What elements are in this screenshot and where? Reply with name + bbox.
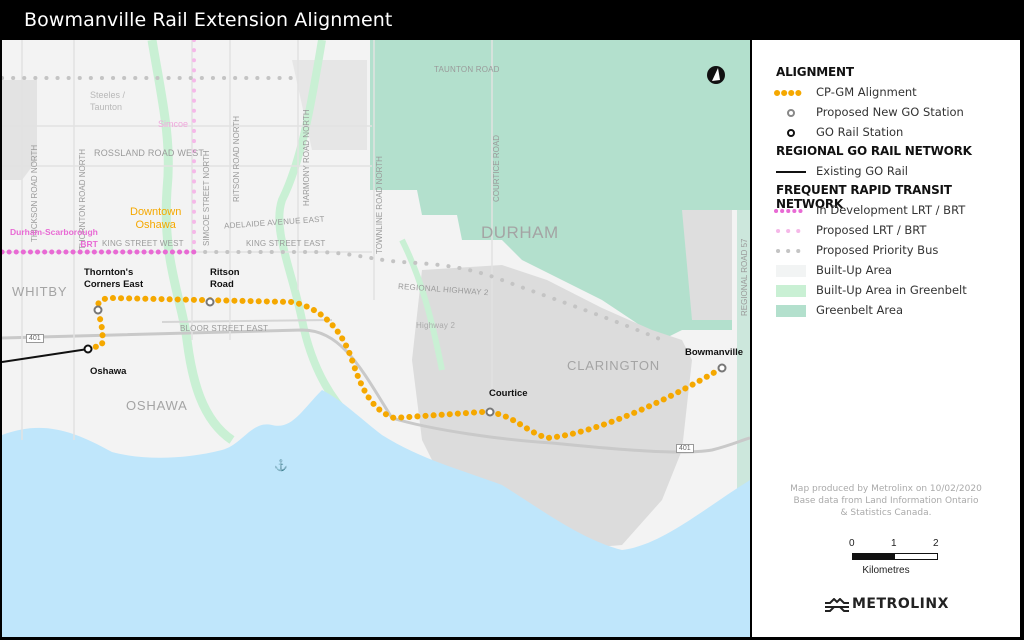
- label-steeles-taunton: Steeles / Taunton: [90, 90, 126, 112]
- legend-heading-regional-go: REGIONAL GO RAIL NETWORK: [776, 144, 972, 158]
- greenbelt-swatch-icon: [776, 305, 806, 317]
- map-credit: Map produced by Metrolinx on 10/02/2020 …: [790, 484, 982, 518]
- scale-tick-0: 0: [849, 538, 855, 549]
- station-courtice-marker: [485, 407, 495, 417]
- legend-item-cp-gm-alignment: CP-GM Alignment: [752, 84, 1020, 102]
- label-highway-2: Highway 2: [416, 321, 456, 330]
- label-simcoe-stop: Simcoe: [158, 119, 189, 129]
- magenta-dots-icon: [774, 209, 808, 213]
- black-ring-icon: [787, 129, 795, 137]
- scale-tick-1: 1: [891, 538, 897, 549]
- map-canvas[interactable]: ⚓ TAUNTON ROAD ROSSLAND ROAD WEST ADELAI…: [2, 40, 750, 637]
- legend-item-proposed-priority-bus: Proposed Priority Bus: [752, 242, 1020, 260]
- label-station-courtice[interactable]: Courtice: [489, 388, 528, 400]
- legend-heading-alignment: ALIGNMENT: [776, 65, 854, 79]
- label-whitby: WHITBY: [12, 284, 68, 299]
- legend-item-built-up-area: Built-Up Area: [752, 262, 1020, 280]
- black-line-icon: [776, 171, 806, 173]
- label-rossland-road: ROSSLAND ROAD WEST: [94, 148, 205, 158]
- built-up-swatch-icon: [776, 265, 806, 277]
- header-bar: Bowmanville Rail Extension Alignment: [0, 0, 1024, 40]
- anchor-icon: ⚓: [274, 459, 288, 472]
- label-oshawa-municipality: OSHAWA: [126, 398, 188, 413]
- map-graphic: ⚓: [2, 40, 750, 637]
- legend-item-in-development-lrt: In Development LRT / BRT: [752, 202, 1020, 220]
- label-king-street-east: KING STREET EAST: [246, 239, 326, 248]
- north-arrow-icon: [707, 66, 725, 84]
- label-harmony-road: HARMONY ROAD NORTH: [302, 109, 311, 206]
- grey-dots-icon: [776, 249, 806, 253]
- legend-panel: ALIGNMENT CP-GM Alignment Proposed New G…: [752, 40, 1020, 637]
- grey-ring-icon: [787, 109, 795, 117]
- label-taunton-road: TAUNTON ROAD: [434, 65, 500, 74]
- legend-item-existing-go-rail: Existing GO Rail: [752, 163, 1020, 181]
- station-ritson-road-marker: [205, 297, 215, 307]
- label-ritson-road: RITSON ROAD NORTH: [232, 115, 241, 202]
- label-regional-road-57: REGIONAL ROAD 57: [740, 238, 749, 316]
- label-downtown-oshawa: Downtown Oshawa: [130, 206, 182, 231]
- legend-item-proposed-lrt: Proposed LRT / BRT: [752, 222, 1020, 240]
- label-station-thorntons-corners[interactable]: Thornton's Corners East: [84, 267, 143, 291]
- legend-item-built-up-greenbelt: Built-Up Area in Greenbelt: [752, 282, 1020, 300]
- label-king-street-west: KING STREET WEST: [102, 239, 184, 248]
- scale-unit: Kilometres: [862, 565, 910, 576]
- label-courtice-road: COURTICE ROAD: [492, 135, 501, 202]
- pink-dots-icon: [776, 229, 806, 233]
- legend-item-go-rail-station: GO Rail Station: [752, 124, 1020, 142]
- station-thorntons-corners-marker: [93, 305, 103, 315]
- scale-bar-graphic: [852, 553, 938, 560]
- label-station-ritson-road[interactable]: Ritson Road: [210, 267, 240, 291]
- hwy-401-shield-east: 401: [676, 444, 694, 453]
- hwy-401-shield-west: 401: [26, 334, 44, 343]
- orange-dots-icon: [774, 90, 807, 96]
- label-station-oshawa[interactable]: Oshawa: [90, 366, 126, 378]
- label-simcoe-street: SIMCOE STREET NORTH: [202, 150, 211, 246]
- metrolinx-logo: METROLINX: [824, 596, 984, 620]
- label-bloor-street-east: BLOOR STREET EAST: [180, 324, 269, 333]
- existing-go-rail: [2, 348, 89, 363]
- legend-item-proposed-go-station: Proposed New GO Station: [752, 104, 1020, 122]
- label-clarington: CLARINGTON: [567, 358, 660, 373]
- label-townline-road: TOWNLINE ROAD NORTH: [375, 156, 384, 254]
- built-up-greenbelt-swatch-icon: [776, 285, 806, 297]
- label-durham: DURHAM: [481, 223, 559, 242]
- label-durham-scarborough-brt: Durham-Scarborough BRT: [10, 227, 98, 249]
- label-station-bowmanville[interactable]: Bowmanville: [685, 347, 743, 359]
- page-title: Bowmanville Rail Extension Alignment: [24, 9, 393, 31]
- station-bowmanville-marker: [717, 363, 727, 373]
- scale-tick-2: 2: [933, 538, 939, 549]
- station-oshawa-marker: [83, 344, 93, 354]
- legend-item-greenbelt-area: Greenbelt Area: [752, 302, 1020, 320]
- metrolinx-wave-icon: [825, 598, 849, 612]
